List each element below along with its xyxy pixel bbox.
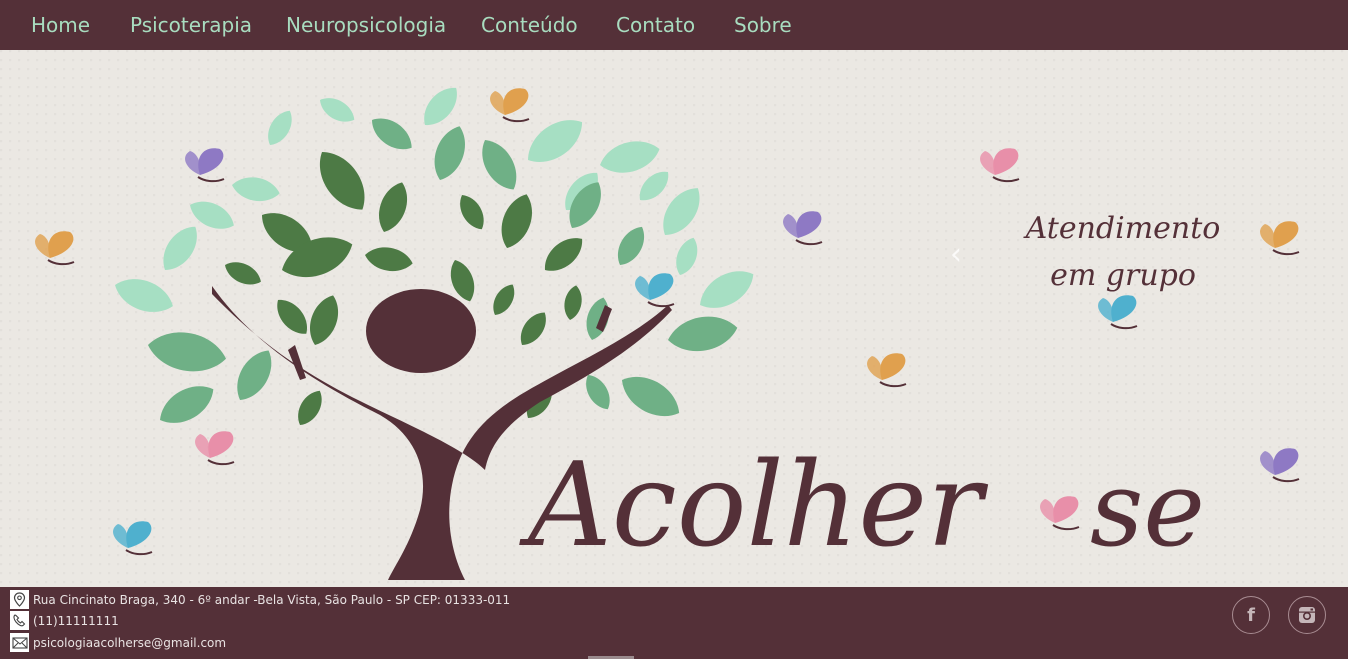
butterfly-icon — [782, 210, 823, 246]
butterfly-icon — [489, 87, 530, 123]
butterfly-icon — [866, 352, 907, 388]
butterfly-icon — [184, 147, 225, 183]
phone-icon — [10, 611, 29, 630]
butterfly-icon — [194, 430, 235, 466]
footer-email: psicologiaacolherse@gmail.com — [10, 633, 226, 652]
butterfly-icon — [112, 520, 153, 556]
footer: Rua Cincinato Braga, 340 - 6º andar -Bel… — [0, 587, 1348, 659]
butterfly-icon — [634, 272, 675, 308]
butterfly-icon — [1039, 495, 1080, 531]
slide-caption-line-1: Atendimento — [1023, 211, 1221, 246]
footer-phone: (11)11111111 — [10, 611, 119, 630]
hero-banner: Acolher se Atendimento em grupo ‹ — [0, 50, 1348, 587]
footer-address: Rua Cincinato Braga, 340 - 6º andar -Bel… — [10, 590, 510, 609]
brand-logo-text-acolher: Acolher — [519, 438, 989, 573]
map-pin-icon — [10, 590, 29, 609]
butterfly-icon — [979, 147, 1020, 183]
nav-psicoterapia-link[interactable]: Psicoterapia — [130, 13, 252, 37]
butterfly-icon — [1097, 294, 1138, 330]
slider-prev-arrow-icon[interactable]: ‹ — [950, 237, 962, 272]
butterfly-icon — [34, 230, 75, 266]
nav-contato-link[interactable]: Contato — [616, 13, 695, 37]
nav-neuropsicologia-link[interactable]: Neuropsicologia — [286, 13, 446, 37]
footer-phone-text[interactable]: (11)11111111 — [33, 614, 119, 628]
nav-sobre-link[interactable]: Sobre — [734, 13, 792, 37]
slide-caption-line-2: em grupo — [1050, 258, 1196, 293]
tree-leaves-dark — [221, 142, 590, 430]
butterfly-icon — [1259, 447, 1300, 483]
nav-conteudo-link[interactable]: Conteúdo — [481, 13, 578, 37]
nav-home-link[interactable]: Home — [31, 13, 90, 37]
hero-illustration: Acolher se Atendimento em grupo ‹ — [34, 80, 1300, 580]
footer-email-text[interactable]: psicologiaacolherse@gmail.com — [33, 636, 226, 650]
facebook-icon[interactable]: f — [1232, 596, 1270, 634]
instagram-icon[interactable] — [1288, 596, 1326, 634]
brand-logo-text-se: se — [1090, 448, 1205, 570]
footer-address-text: Rua Cincinato Braga, 340 - 6º andar -Bel… — [33, 592, 511, 607]
butterfly-icon — [1259, 220, 1300, 256]
envelope-icon — [10, 633, 29, 652]
top-navigation: Home Psicoterapia Neuropsicologia Conteú… — [0, 0, 1348, 50]
